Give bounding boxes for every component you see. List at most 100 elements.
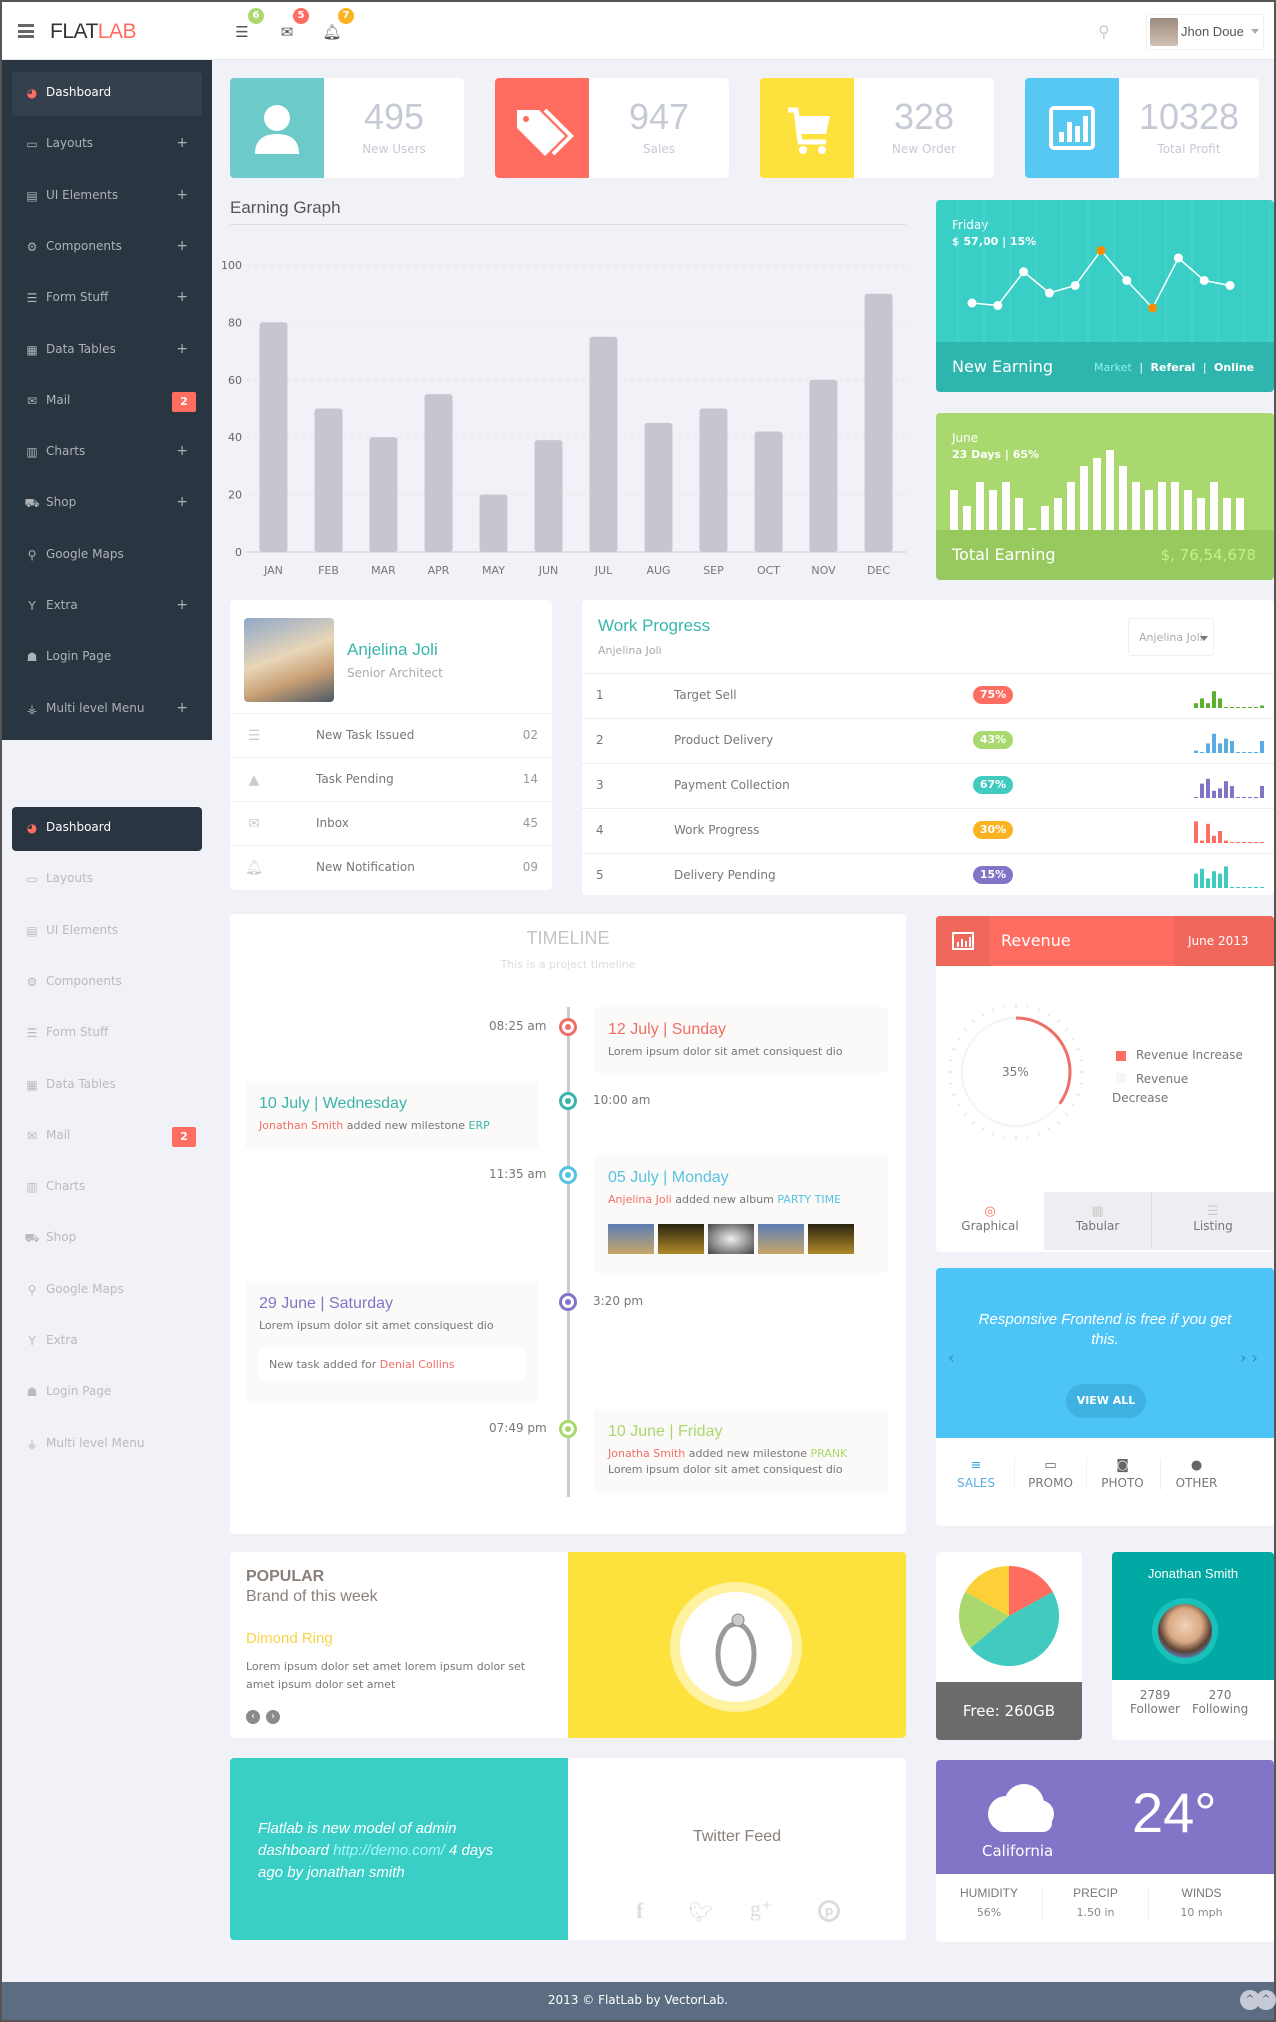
sidebar-item-shop[interactable]: ⛟ Shop +	[12, 1217, 202, 1261]
ring-image	[680, 1592, 792, 1702]
chevron-left-icon[interactable]: ‹	[948, 1348, 954, 1367]
sidebar-item-charts[interactable]: ▥ Charts +	[12, 1166, 202, 1210]
sidebar-item-mail[interactable]: ✉ Mail 2	[12, 380, 202, 424]
timeline-target-link[interactable]: PARTY TIME	[777, 1193, 841, 1206]
revenue-period[interactable]: June 2013	[1174, 916, 1274, 966]
legend-swatch-increase	[1116, 1051, 1126, 1061]
profile-name[interactable]: Anjelina Joli	[347, 640, 438, 660]
album-photo[interactable]	[708, 1224, 754, 1254]
sidebar-item-components[interactable]: ⚙ Components +	[12, 961, 202, 1005]
sidebar-item-google-maps[interactable]: ⚲ Google Maps	[12, 1269, 202, 1313]
album-photo[interactable]	[608, 1224, 654, 1254]
spark-bar	[1260, 705, 1264, 708]
sidebar-item-extra[interactable]: Y Extra +	[12, 1320, 202, 1364]
sidebar-item-ui-elements[interactable]: ▤ UI Elements +	[12, 175, 202, 219]
scroll-top-button[interactable]: ^	[1256, 1990, 1276, 2010]
sidebar-item-components[interactable]: ⚙ Components +	[12, 226, 202, 270]
timeline-person-link[interactable]: Anjelina Joli	[608, 1193, 672, 1206]
sidebar-item-shop[interactable]: ⛟ Shop +	[12, 482, 202, 526]
sidebar-item-charts[interactable]: ▥ Charts +	[12, 431, 202, 475]
tab-other[interactable]: ● OTHER	[1160, 1458, 1232, 1490]
sidebar-item-mail[interactable]: ✉ Mail 2	[12, 1115, 202, 1159]
view-all-button[interactable]: VIEW ALL	[1066, 1384, 1146, 1418]
stat-label: Sales	[643, 142, 675, 156]
sidebar-item-layouts[interactable]: ▭ Layouts +	[12, 123, 202, 167]
album-photo[interactable]	[658, 1224, 704, 1254]
sidebar-item-layouts[interactable]: ▭ Layouts +	[12, 858, 202, 902]
sidebar-item-data-tables[interactable]: ▦ Data Tables +	[12, 329, 202, 373]
chevron-right-icon[interactable]: › ›	[1240, 1348, 1258, 1367]
tab-promo[interactable]: ▭ PROMO	[1014, 1458, 1086, 1490]
stat-card-sales[interactable]: 947 Sales	[495, 78, 729, 178]
sidebar-item-multi-level-menu[interactable]: ⚶ Multi level Menu +	[12, 1423, 202, 1467]
chevron-right-icon[interactable]: ›	[266, 1710, 280, 1724]
product-name[interactable]: Dimond Ring	[246, 1630, 333, 1647]
stat-card-orders[interactable]: 328 New Order	[760, 78, 994, 178]
weather-temperature: 24°	[1132, 1781, 1217, 1844]
timeline-person-link[interactable]: Jonatha Smith	[608, 1447, 685, 1460]
table-icon: ▦	[26, 342, 38, 357]
timeline-target-link[interactable]: ERP	[469, 1119, 490, 1132]
chevron-left-icon[interactable]: ‹	[246, 1710, 260, 1724]
facebook-icon[interactable]: f	[636, 1898, 643, 1924]
stat-card-users[interactable]: 495 New Users	[230, 78, 464, 178]
list-item[interactable]: ☰ New Task Issued 02	[230, 713, 552, 757]
link-online[interactable]: Online	[1214, 361, 1254, 374]
list-item[interactable]: ✉ Inbox 45	[230, 801, 552, 845]
album-photo[interactable]	[808, 1224, 854, 1254]
sidebar-toggle-icon[interactable]	[18, 24, 34, 38]
timeline-target-link[interactable]: PRANK	[811, 1447, 848, 1460]
brand-logo[interactable]: FLATLAB	[50, 20, 137, 44]
sidebar-item-ui-elements[interactable]: ▤ UI Elements +	[12, 910, 202, 954]
spark-point	[1199, 276, 1209, 285]
revenue-header: Revenue June 2013	[936, 916, 1274, 966]
inbox-dropdown[interactable]: ✉ 5	[275, 8, 309, 44]
spark-bar	[1206, 743, 1210, 753]
list-item[interactable]: ▲ Task Pending 14	[230, 757, 552, 801]
tab-tabular[interactable]: ▦ Tabular	[1044, 1192, 1152, 1250]
sidebar-item-login-page[interactable]: ☗ Login Page	[12, 1371, 202, 1415]
album-photo[interactable]	[758, 1224, 804, 1254]
link-market[interactable]: Market	[1094, 361, 1132, 374]
person-select[interactable]: Anjelina Joli	[1128, 618, 1214, 656]
tab-sales[interactable]: ≡ SALES	[940, 1458, 1012, 1490]
timeline-event-date: 05 July | Monday	[608, 1169, 729, 1186]
sidebar-item-data-tables[interactable]: ▦ Data Tables +	[12, 1064, 202, 1108]
stat-card-profit[interactable]: 10328 Total Profit	[1025, 78, 1259, 178]
google-plus-icon[interactable]: g⁺	[750, 1896, 773, 1922]
tab-photo[interactable]: ◙ PHOTO	[1086, 1458, 1158, 1490]
dashboard-icon: ◕	[26, 821, 38, 835]
weather-stat: WINDS 10 mph	[1148, 1886, 1254, 1919]
sidebar-item-login-page[interactable]: ☗ Login Page	[12, 636, 202, 680]
sidebar-item-form-stuff[interactable]: ☰ Form Stuff +	[12, 277, 202, 321]
list-item[interactable]: 🔔︎ New Notification 09	[230, 845, 552, 889]
notification-dropdown[interactable]: 🔔︎ 7	[320, 8, 354, 44]
bar-feb	[314, 408, 343, 552]
followers-stat[interactable]: 2789 Follower	[1130, 1688, 1180, 1716]
spark-bar	[1212, 790, 1216, 798]
pinterest-icon[interactable]: p	[818, 1900, 840, 1922]
sidebar-item-multi-level-menu[interactable]: ⚶ Multi level Menu +	[12, 688, 202, 732]
sidebar-item-dashboard[interactable]: ◕ Dashboard	[12, 807, 202, 851]
tasks-dropdown[interactable]: ☰ 6	[230, 8, 264, 44]
timeline-person-link[interactable]: Jonathan Smith	[259, 1119, 343, 1132]
following-stat[interactable]: 270 Following	[1192, 1688, 1248, 1716]
link-referal[interactable]: Referal	[1151, 361, 1196, 374]
sitemap-icon: ⚶	[26, 1436, 38, 1451]
sidebar-item-google-maps[interactable]: ⚲ Google Maps	[12, 534, 202, 578]
gauge-tick	[971, 1120, 976, 1125]
sidebar-item-form-stuff[interactable]: ☰ Form Stuff +	[12, 1012, 202, 1056]
spark-bar	[1218, 698, 1222, 708]
spark-bar	[1248, 752, 1252, 753]
twitter-icon[interactable]: 🐦︎	[688, 1900, 713, 1924]
plus-icon: +	[176, 921, 188, 938]
gauge-tick	[956, 1103, 961, 1107]
tab-graphical[interactable]: ◎ Graphical	[936, 1192, 1044, 1250]
search-icon[interactable]: ⚲	[1098, 22, 1110, 41]
sidebar-item-extra[interactable]: Y Extra +	[12, 585, 202, 629]
tweet-link[interactable]: http://demo.com/	[333, 1842, 445, 1859]
user-menu[interactable]: Jhon Doue	[1146, 14, 1264, 50]
note-person-link[interactable]: Denial Collins	[380, 1358, 455, 1371]
sidebar-item-dashboard[interactable]: ◕ Dashboard	[12, 72, 202, 116]
tab-listing[interactable]: ☰ Listing	[1152, 1192, 1274, 1250]
